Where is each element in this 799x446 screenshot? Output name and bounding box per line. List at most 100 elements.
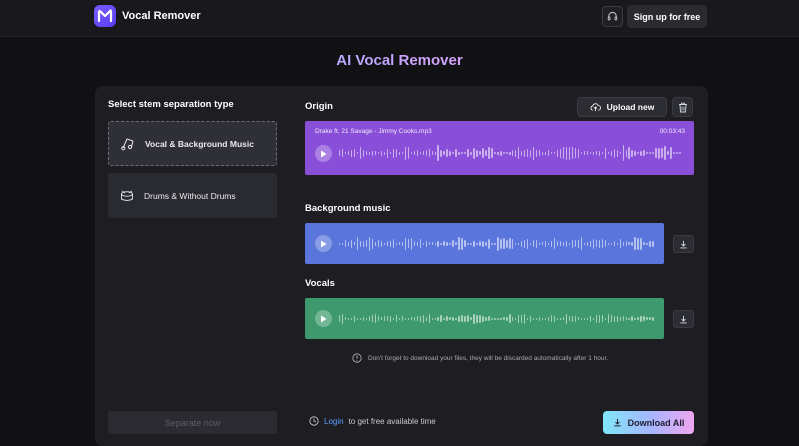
- waveform-bar: [377, 316, 380, 321]
- trash-icon: [678, 102, 687, 112]
- waveform-bar: [556, 241, 559, 246]
- delete-button[interactable]: [672, 97, 693, 117]
- waveform-bar: [368, 151, 371, 155]
- waveform-bar: [527, 149, 529, 157]
- waveform-bar: [392, 239, 395, 248]
- waveform-bar: [547, 316, 550, 321]
- waveform-bar: [488, 238, 490, 249]
- background-music-play-button[interactable]: [315, 235, 332, 252]
- upload-new-button[interactable]: Upload new: [577, 97, 667, 117]
- waveform-bar: [455, 242, 457, 245]
- waveform-bar: [359, 317, 362, 320]
- waveform-bar: [431, 317, 433, 320]
- waveform-bar: [679, 152, 681, 154]
- waveform-bar: [568, 316, 571, 321]
- waveform-bar: [607, 152, 609, 154]
- download-icon: [614, 418, 621, 427]
- waveform-bar: [583, 242, 586, 245]
- vocals-play-button[interactable]: [315, 310, 332, 327]
- waveform-bar: [547, 242, 550, 245]
- waveform-bar: [568, 242, 571, 245]
- waveform-bar: [371, 150, 374, 156]
- waveform-bar: [544, 151, 547, 155]
- waveform-bar: [449, 242, 451, 245]
- waveform-bar: [622, 316, 624, 321]
- waveform-bar: [404, 237, 407, 250]
- waveform-bar: [452, 240, 454, 247]
- app-logo[interactable]: [94, 5, 116, 27]
- waveform-bar: [622, 241, 624, 246]
- waveform-bar: [538, 242, 541, 245]
- page-title: AI Vocal Remover: [0, 52, 799, 69]
- waveform-bar: [544, 317, 547, 320]
- stem-option-drums[interactable]: Drums & Without Drums: [108, 173, 277, 218]
- download-icon: [680, 315, 687, 323]
- waveform-bar: [476, 242, 478, 245]
- origin-waveform[interactable]: [339, 142, 681, 164]
- waveform-bar: [341, 313, 344, 324]
- waveform-bar: [356, 317, 359, 320]
- waveform-bar: [503, 317, 505, 320]
- stem-option-vocal-background[interactable]: Vocal & Background Music: [108, 121, 277, 166]
- download-all-button[interactable]: Download All: [603, 411, 694, 434]
- waveform-bar: [589, 315, 592, 322]
- waveform-bar: [553, 315, 556, 322]
- waveform-bar: [649, 240, 651, 247]
- background-music-title: Background music: [305, 203, 391, 214]
- login-link[interactable]: Login: [324, 417, 344, 426]
- waveform-bar: [634, 150, 636, 156]
- waveform-bar: [586, 241, 589, 246]
- waveform-bar: [625, 149, 627, 157]
- page-title-text: AI Vocal Remover: [336, 52, 463, 69]
- waveform-bar: [428, 242, 430, 245]
- waveform-bar: [428, 149, 430, 157]
- waveform-bar: [601, 152, 604, 154]
- waveform-bar: [571, 147, 574, 159]
- waveform-bar: [610, 315, 612, 322]
- waveform-bar: [395, 315, 398, 322]
- waveform-bar: [631, 149, 633, 157]
- vocals-waveform[interactable]: [339, 308, 654, 329]
- waveform-bar: [362, 149, 365, 157]
- waveform-bar: [637, 152, 639, 154]
- waveform-bar: [509, 238, 511, 249]
- waveform-bar: [622, 145, 624, 161]
- download-vocals-button[interactable]: [673, 310, 694, 328]
- waveform-bar: [404, 317, 407, 320]
- waveform-bar: [347, 317, 350, 320]
- waveform-bar: [532, 146, 535, 160]
- waveform-bar: [383, 242, 386, 245]
- waveform-bar: [377, 240, 380, 247]
- waveform-bar: [440, 315, 442, 322]
- waveform-bar: [586, 151, 589, 155]
- waveform-bar: [538, 150, 541, 156]
- waveform-bar: [473, 313, 475, 324]
- waveform-bar: [530, 149, 532, 157]
- waveform-bar: [341, 242, 344, 245]
- waveform-bar: [565, 313, 568, 324]
- waveform-bar: [649, 317, 651, 320]
- waveform-bar: [571, 239, 574, 248]
- background-music-waveform[interactable]: [339, 233, 654, 254]
- origin-play-button[interactable]: [315, 145, 332, 162]
- download-background-music-button[interactable]: [673, 235, 694, 253]
- waveform-bar: [646, 317, 648, 320]
- waveform-bar: [670, 147, 672, 159]
- waveform-bar: [470, 242, 472, 245]
- waveform-bar: [500, 150, 502, 156]
- waveform-bar: [473, 147, 475, 159]
- waveform-bar: [541, 151, 544, 155]
- waveform-bar: [491, 242, 493, 245]
- waveform-bar: [350, 317, 353, 320]
- signup-button[interactable]: Sign up for free: [627, 5, 707, 28]
- waveform-bar: [416, 150, 418, 156]
- waveform-bar: [521, 314, 523, 323]
- waveform-bar: [512, 238, 514, 249]
- waveform-bar: [380, 240, 383, 247]
- waveform-bar: [592, 238, 595, 249]
- separate-now-button[interactable]: Separate now: [108, 411, 277, 434]
- support-button[interactable]: [602, 6, 623, 27]
- waveform-bar: [380, 317, 383, 320]
- waveform-bar: [655, 148, 657, 158]
- waveform-bar: [356, 152, 359, 154]
